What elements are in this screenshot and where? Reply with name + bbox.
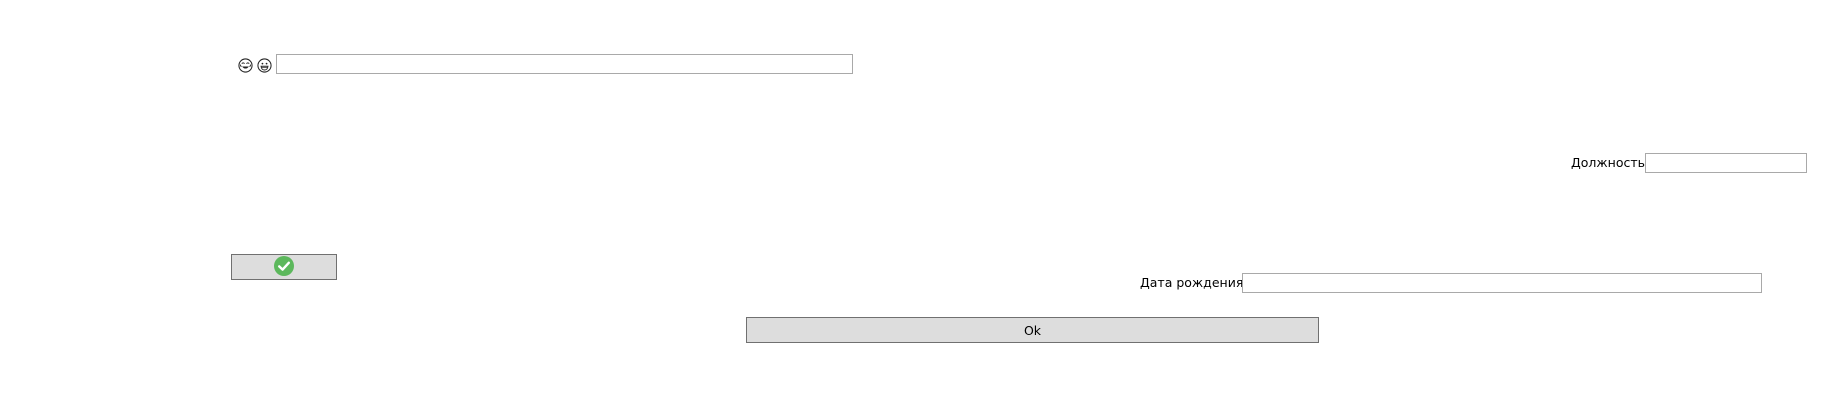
smiling-tears-face-icon xyxy=(238,57,253,73)
check-button[interactable] xyxy=(231,254,337,280)
position-input[interactable] xyxy=(1645,153,1807,173)
ok-button-label: Ok xyxy=(1023,322,1042,338)
name-input[interactable] xyxy=(276,54,853,74)
birth-date-label: Дата рождения xyxy=(1140,275,1244,290)
emoji-group xyxy=(238,55,278,75)
grinning-face-icon xyxy=(257,57,272,73)
ok-button[interactable]: Ok xyxy=(746,317,1319,343)
check-circle-icon xyxy=(274,255,294,279)
birth-date-input[interactable] xyxy=(1242,273,1762,293)
position-label: Должность xyxy=(1570,155,1645,170)
